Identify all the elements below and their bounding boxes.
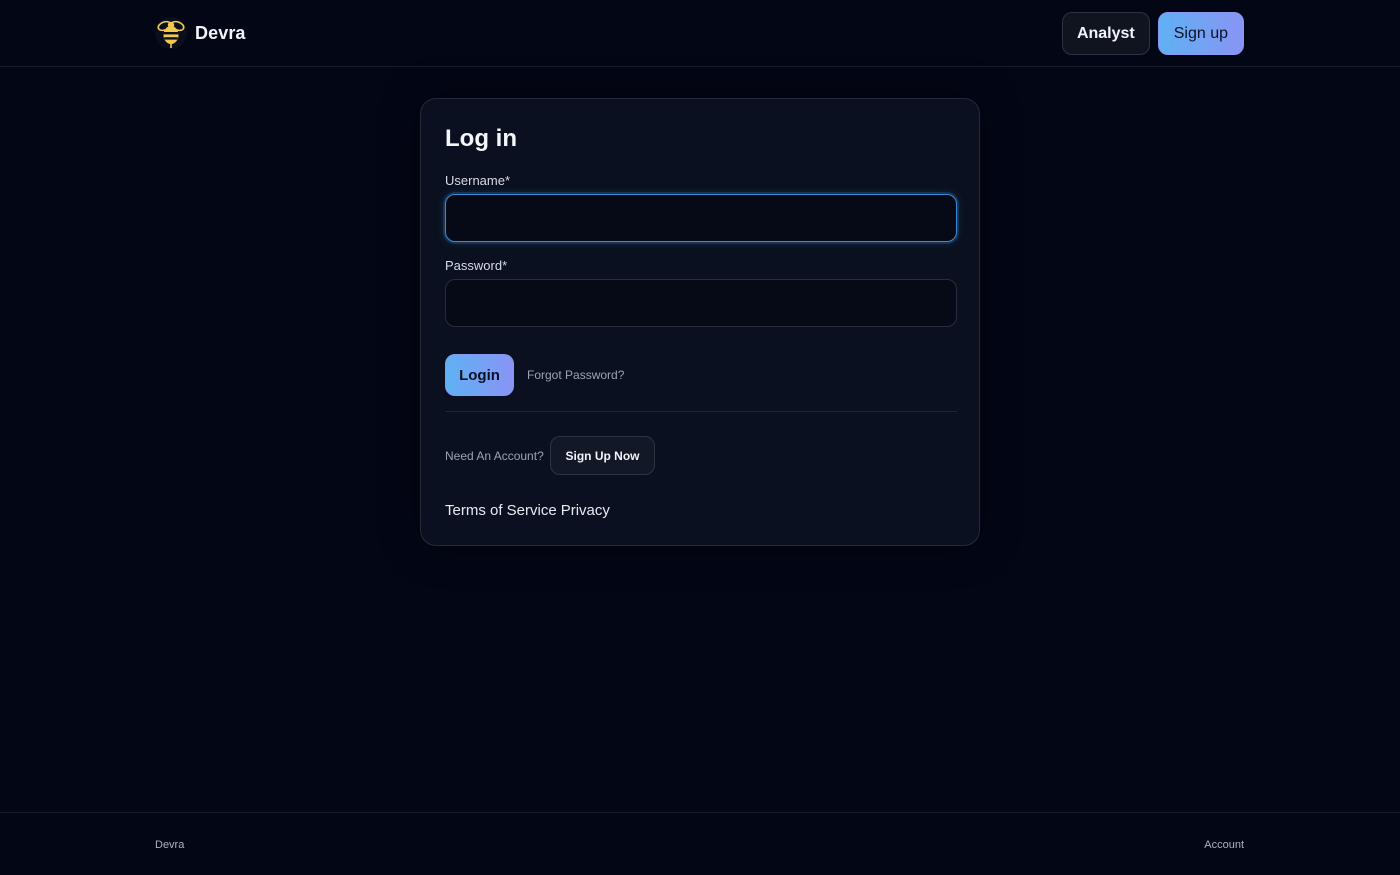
legal-links: Terms of Service Privacy xyxy=(445,502,610,519)
login-button[interactable]: Login xyxy=(445,354,514,396)
password-input[interactable] xyxy=(445,279,957,327)
login-title: Log in xyxy=(445,125,517,152)
need-account-text: Need An Account? xyxy=(445,449,544,463)
forgot-password-link[interactable]: Forgot Password? xyxy=(527,368,624,382)
brand-link[interactable]: Devra xyxy=(154,15,246,51)
username-input[interactable] xyxy=(445,194,957,242)
header-actions: Analyst Sign up xyxy=(1061,12,1244,55)
bee-icon xyxy=(155,17,187,49)
top-navbar: Devra Analyst Sign up xyxy=(0,0,1400,67)
privacy-link[interactable]: Privacy xyxy=(561,502,610,519)
footer: Devra Account xyxy=(0,812,1400,875)
terms-link[interactable]: Terms of Service xyxy=(445,502,557,519)
login-page: Devra Analyst Sign up Log in Username* P… xyxy=(0,0,1400,875)
signup-button[interactable]: Sign up xyxy=(1157,12,1244,55)
signup-now-button[interactable]: Sign Up Now xyxy=(550,436,655,475)
password-label: Password* xyxy=(445,258,508,273)
login-card: Log in Username* Password* Login Forgot … xyxy=(420,98,980,546)
divider xyxy=(445,411,957,412)
username-label: Username* xyxy=(445,173,511,188)
footer-account-link[interactable]: Account xyxy=(1204,839,1244,851)
brand-name: Devra xyxy=(195,22,246,43)
analyst-button[interactable]: Analyst xyxy=(1061,12,1150,55)
footer-brand-link[interactable]: Devra xyxy=(155,839,184,851)
